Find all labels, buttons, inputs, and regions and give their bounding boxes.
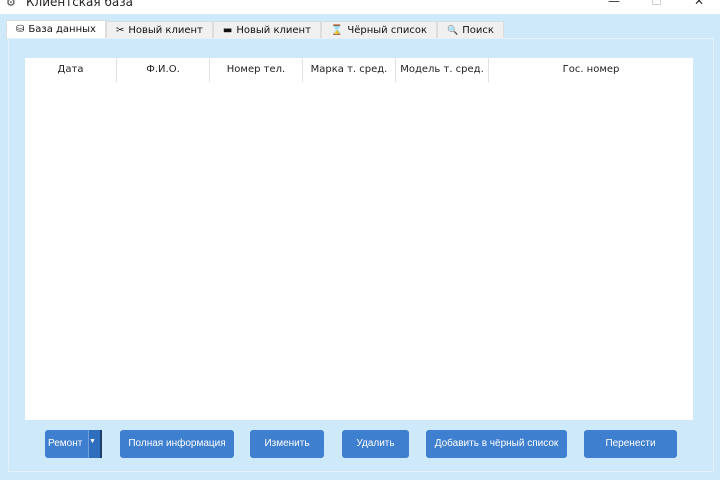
move-button[interactable]: Перенести — [584, 430, 677, 458]
repair-label: Ремонт — [48, 438, 83, 449]
close-button[interactable]: ✕ — [694, 0, 704, 8]
tab-label: Новый клиент — [236, 24, 311, 36]
window-title: Клиентская база — [26, 0, 133, 9]
title-bar: ⚙ Клиентская база — ☐ ✕ — [0, 0, 720, 14]
column-header-model[interactable]: Модель т. сред. — [396, 58, 489, 82]
tab-bar: ⛁ База данных ✂ Новый клиент ▬ Новый клиент… — [6, 20, 504, 39]
column-header-date[interactable]: Дата — [25, 58, 117, 82]
app-icon: ⚙ — [6, 0, 16, 9]
tab-search[interactable]: 🔍 Поиск — [437, 21, 504, 39]
tab-new-client-vehicle[interactable]: ▬ Новый клиент — [212, 21, 321, 39]
blacklist-icon: ⌛ — [330, 24, 344, 36]
clients-table[interactable]: Дата Ф.И.О. Номер тел. Марка т. сред. Мо… — [25, 58, 693, 420]
tab-label: Новый клиент — [128, 24, 203, 36]
column-header-make[interactable]: Марка т. сред. — [303, 58, 396, 82]
maximize-button[interactable]: ☐ — [651, 0, 662, 8]
database-icon: ⛁ — [16, 24, 25, 35]
wrench-icon: ✂ — [115, 24, 125, 36]
table-header: Дата Ф.И.О. Номер тел. Марка т. сред. Мо… — [25, 58, 693, 82]
full-info-button[interactable]: Полная информация — [120, 430, 234, 458]
repair-dropdown-button[interactable]: Ремонт ▼ — [45, 430, 102, 458]
tab-label: База данных — [28, 24, 96, 35]
delete-button[interactable]: Удалить — [342, 430, 409, 458]
tab-label: Поиск — [462, 24, 494, 36]
search-icon: 🔍 — [447, 25, 459, 36]
car-icon: ▬ — [222, 24, 233, 36]
edit-button[interactable]: Изменить — [250, 430, 324, 458]
column-header-name[interactable]: Ф.И.О. — [117, 58, 210, 82]
tab-new-client[interactable]: ✂ Новый клиент — [105, 21, 213, 39]
column-header-phone[interactable]: Номер тел. — [210, 58, 303, 82]
minimize-button[interactable]: — — [608, 0, 620, 8]
chevron-down-icon[interactable]: ▼ — [88, 430, 102, 458]
tab-blacklist[interactable]: ⌛ Чёрный список — [320, 21, 438, 39]
column-header-plate[interactable]: Гос. номер — [489, 58, 693, 82]
tab-label: Чёрный список — [347, 24, 428, 36]
add-to-blacklist-button[interactable]: Добавить в чёрный список — [426, 430, 567, 458]
tab-database[interactable]: ⛁ База данных — [6, 20, 106, 39]
